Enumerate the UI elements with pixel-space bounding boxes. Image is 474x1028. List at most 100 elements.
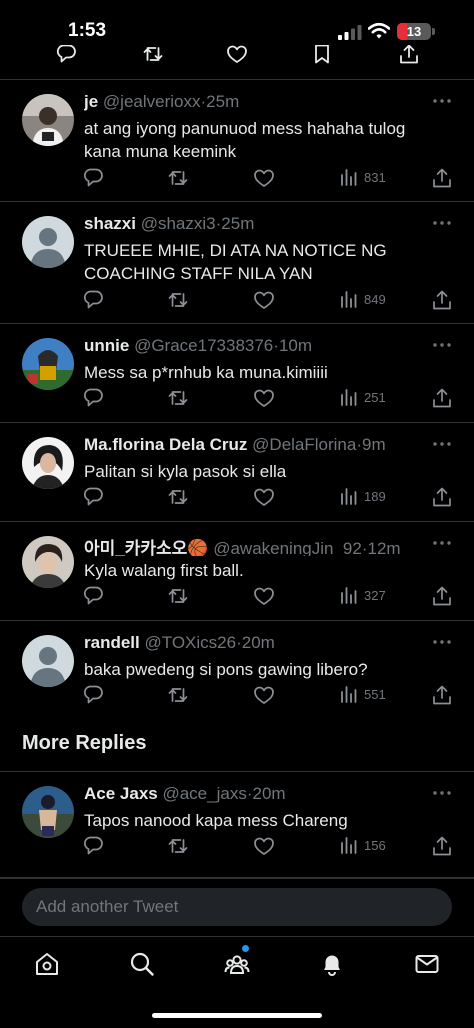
reply-placeholder: Add another Tweet xyxy=(36,897,179,916)
reply-tweet[interactable]: randell @TOXics26·20m baka pwedeng si po… xyxy=(0,621,474,719)
author-name[interactable]: unnie xyxy=(84,336,129,355)
home-icon[interactable] xyxy=(34,951,60,977)
views-count: 189 xyxy=(364,489,386,504)
heart-icon[interactable] xyxy=(226,45,248,65)
avatar[interactable] xyxy=(22,437,74,489)
more-options-icon[interactable] xyxy=(432,338,452,352)
messages-icon[interactable] xyxy=(414,951,440,977)
heart-icon[interactable] xyxy=(253,835,275,857)
author-handle[interactable]: @DelaFlorina xyxy=(252,435,356,454)
reply-icon[interactable] xyxy=(82,684,104,706)
author-name[interactable]: Ma.florina Dela Cruz xyxy=(84,435,247,454)
heart-icon[interactable] xyxy=(253,684,275,706)
bar-chart-icon xyxy=(341,686,357,703)
bottom-nav xyxy=(0,936,474,1028)
reply-icon[interactable] xyxy=(82,289,104,311)
reply-tweet[interactable]: shazxi @shazxi3·25m TRUEEE MHIE, DI ATA … xyxy=(0,202,474,324)
tweet-time[interactable]: 9m xyxy=(362,435,386,454)
heart-icon[interactable] xyxy=(253,585,275,607)
share-icon[interactable] xyxy=(431,289,453,311)
tweet-time[interactable]: 25m xyxy=(206,92,239,111)
tweet-time[interactable]: 20m xyxy=(242,633,275,652)
share-icon[interactable] xyxy=(431,486,453,508)
tweet-text: Kyla walang first ball. xyxy=(84,561,244,580)
reply-icon[interactable] xyxy=(55,45,77,65)
retweet-icon[interactable] xyxy=(167,684,189,706)
author-name[interactable]: 아미_카카소오🏀 xyxy=(84,539,208,556)
tweet-time[interactable]: 12m xyxy=(368,539,401,556)
more-options-icon[interactable] xyxy=(432,94,452,108)
wifi-icon xyxy=(368,22,390,39)
heart-icon[interactable] xyxy=(253,167,275,189)
author-handle[interactable]: @awakeningJin_92 xyxy=(213,539,362,556)
more-options-icon[interactable] xyxy=(432,635,452,649)
tweet-actions: 189 xyxy=(0,486,474,510)
reply-icon[interactable] xyxy=(82,167,104,189)
tweet-text: Palitan si kyla pasok si ella xyxy=(84,462,287,481)
avatar[interactable] xyxy=(22,786,74,838)
avatar[interactable] xyxy=(22,635,74,687)
more-options-icon[interactable] xyxy=(432,216,452,230)
tweet-actions: 831 xyxy=(0,167,474,191)
share-icon[interactable] xyxy=(431,167,453,189)
reply-input[interactable]: Add another Tweet xyxy=(22,888,452,926)
home-indicator xyxy=(152,1013,322,1018)
heart-icon[interactable] xyxy=(253,289,275,311)
author-handle[interactable]: @shazxi3 xyxy=(141,214,216,233)
heart-icon[interactable] xyxy=(253,486,275,508)
more-options-icon[interactable] xyxy=(432,536,452,550)
reply-icon[interactable] xyxy=(82,486,104,508)
author-name[interactable]: randell xyxy=(84,633,140,652)
bookmark-icon[interactable] xyxy=(311,45,333,65)
heart-icon[interactable] xyxy=(253,387,275,409)
views-count: 551 xyxy=(364,687,386,702)
communities-icon[interactable] xyxy=(224,951,250,977)
retweet-icon[interactable] xyxy=(167,167,189,189)
retweet-icon[interactable] xyxy=(167,585,189,607)
author-name[interactable]: Ace Jaxs xyxy=(84,784,158,803)
reply-icon[interactable] xyxy=(82,585,104,607)
reply-tweet[interactable]: Ace Jaxs @ace_jaxs·20m Tapos nanood kapa… xyxy=(0,772,474,878)
tweet-time[interactable]: 20m xyxy=(253,784,286,803)
reply-tweet[interactable]: 아미_카카소오🏀 @awakeningJin_92·12m Kyla walan… xyxy=(0,522,474,621)
author-name[interactable]: je xyxy=(84,92,98,111)
bar-chart-icon xyxy=(341,587,357,604)
retweet-icon[interactable] xyxy=(167,835,189,857)
author-handle[interactable]: @TOXics26 xyxy=(144,633,236,652)
share-icon[interactable] xyxy=(431,585,453,607)
retweet-icon[interactable] xyxy=(167,289,189,311)
share-icon[interactable] xyxy=(431,684,453,706)
search-icon[interactable] xyxy=(129,951,155,977)
tweet-time[interactable]: 10m xyxy=(279,336,312,355)
cellular-signal-icon xyxy=(338,25,362,40)
views-count: 327 xyxy=(364,588,386,603)
avatar[interactable] xyxy=(22,216,74,268)
views-count: 849 xyxy=(364,292,386,307)
retweet-icon[interactable] xyxy=(142,45,164,65)
tweet-text: TRUEEE MHIE, DI ATA NA NOTICE NG COACHIN… xyxy=(84,241,387,283)
avatar[interactable] xyxy=(22,536,74,588)
reply-tweet[interactable]: je @jealverioxx·25m at ang iyong panunuo… xyxy=(0,80,474,202)
reply-icon[interactable] xyxy=(82,387,104,409)
share-icon[interactable] xyxy=(398,45,420,65)
tweet-time[interactable]: 25m xyxy=(221,214,254,233)
notification-dot xyxy=(242,945,249,952)
author-handle[interactable]: @ace_jaxs xyxy=(162,784,246,803)
author-handle[interactable]: @Grace17338376 xyxy=(134,336,273,355)
share-icon[interactable] xyxy=(431,835,453,857)
avatar[interactable] xyxy=(22,338,74,390)
retweet-icon[interactable] xyxy=(167,486,189,508)
reply-icon[interactable] xyxy=(82,835,104,857)
author-name[interactable]: shazxi xyxy=(84,214,136,233)
share-icon[interactable] xyxy=(431,387,453,409)
more-options-icon[interactable] xyxy=(432,786,452,800)
reply-tweet[interactable]: unnie @Grace17338376·10m Mess sa p*rnhub… xyxy=(0,324,474,423)
tweet-actions: 156 xyxy=(0,835,474,859)
author-handle[interactable]: @jealverioxx xyxy=(103,92,201,111)
reply-tweet[interactable]: Ma.florina Dela Cruz @DelaFlorina·9m Pal… xyxy=(0,423,474,522)
more-options-icon[interactable] xyxy=(432,437,452,451)
battery-icon: 13 xyxy=(397,23,431,40)
notifications-icon[interactable] xyxy=(319,951,345,977)
avatar[interactable] xyxy=(22,94,74,146)
retweet-icon[interactable] xyxy=(167,387,189,409)
